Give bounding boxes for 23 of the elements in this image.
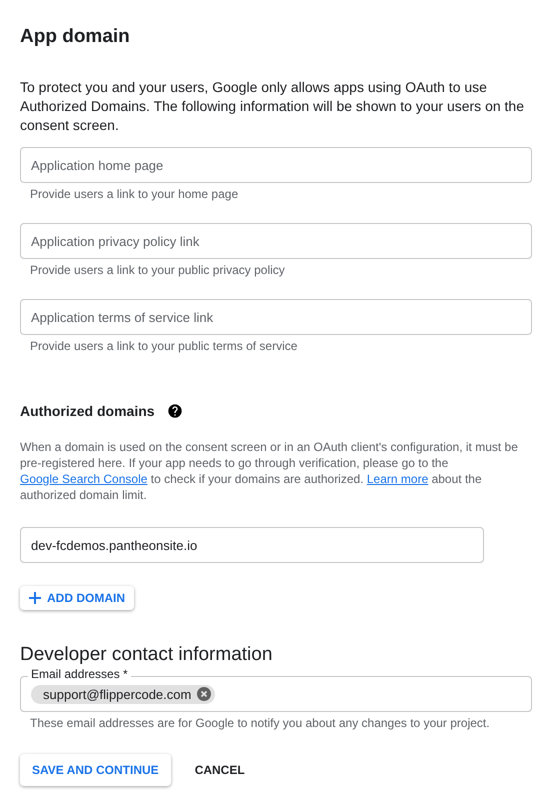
save-button[interactable]: SAVE AND CONTINUE: [20, 754, 171, 786]
input-field[interactable]: Application home page: [20, 147, 532, 183]
field-hint: Provide users a link to your public terms of service: [30, 339, 298, 353]
add-domain-button[interactable]: ADD DOMAIN: [20, 586, 134, 610]
input-field[interactable]: Application privacy policy link: [20, 223, 532, 259]
plus-icon: [29, 592, 41, 604]
section-title: App domain: [20, 26, 131, 48]
section-title: Authorized domains: [20, 403, 155, 419]
field-hint: Provide users a link to your home page: [30, 187, 240, 201]
description-text: When a domain is used on the consent screen or in an OAuth client's configuration, it must be pre-registered here. If your app needs to go through verification, please go to the Google Search Console to check if your domains are authorized. Learn more about the authorized domain limit.: [20, 439, 519, 503]
input-field[interactable]: Application terms of service link: [20, 299, 532, 335]
field-hint: These email addresses are for Google to notify you about any changes to your project.: [30, 716, 491, 730]
text-link[interactable]: Google Search Console: [20, 472, 148, 486]
domain-field[interactable]: dev-fcdemos.pantheonsite.io: [20, 527, 484, 563]
text-link[interactable]: Learn more: [366, 472, 428, 486]
section-title: Developer contact information: [20, 644, 274, 666]
chip-text: support@flippercode.com: [43, 686, 192, 702]
field-label: Email addresses *: [28, 667, 131, 681]
email-chip[interactable]: support@flippercode.com: [31, 684, 216, 704]
remove-icon[interactable]: [197, 687, 212, 701]
help-icon[interactable]: [166, 403, 183, 419]
intro-text: To protect you and your users, Google only allows apps using OAuth to use Authorized Domains. The following information will be shown to your users on the consent screen.: [20, 78, 525, 135]
field-hint: Provide users a link to your public privacy policy: [30, 263, 286, 277]
